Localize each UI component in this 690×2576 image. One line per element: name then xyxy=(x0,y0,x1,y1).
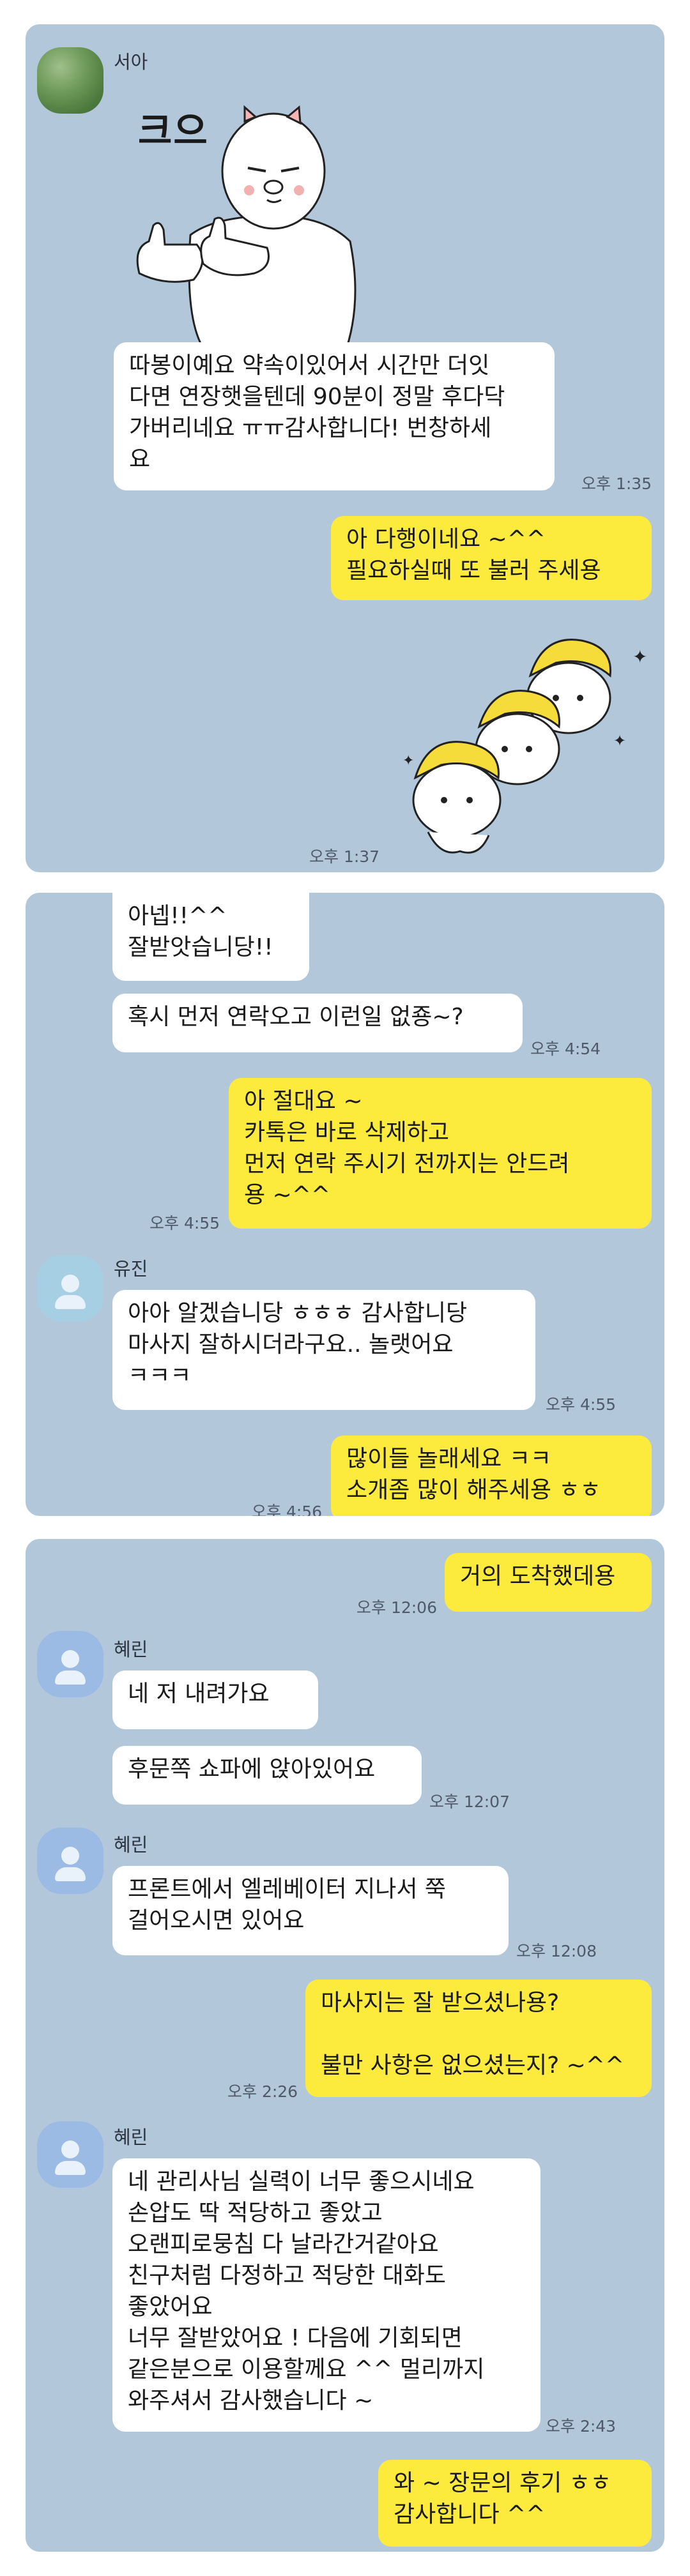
sender-name: 유진 xyxy=(114,1258,148,1280)
sticker-text: 크으 xyxy=(138,109,209,153)
message-time: 오후 1:35 xyxy=(581,474,652,493)
message-time: 오후 12:06 xyxy=(356,1598,437,1617)
chat-panel-1: 서아 크으 따봉이예요 약속이있어서 시간만 더잇 다면 연장햇을텐데 90분이… xyxy=(26,24,664,872)
thumbs-up-bear-sticker: 크으 xyxy=(114,88,369,358)
person-icon-body xyxy=(55,1295,86,1309)
person-icon-body xyxy=(55,1867,86,1881)
bunny-icon: ✦ ✦ ✦ xyxy=(402,639,647,854)
banana-bunnies-sticker: ✦ ✦ ✦ xyxy=(402,618,658,861)
message-time: 오후 4:55 xyxy=(546,1395,617,1414)
person-icon xyxy=(61,1847,79,1865)
avatar[interactable] xyxy=(37,1828,103,1894)
incoming-message[interactable]: 네 저 내려가요 xyxy=(112,1671,318,1729)
incoming-message[interactable]: 네 관리사님 실력이 너무 좋으시네요 손압도 딱 적당하고 좋았고 오랜피로뭉… xyxy=(112,2158,540,2432)
person-icon xyxy=(61,2140,79,2158)
message-time: 오후 4:55 xyxy=(150,1214,220,1232)
svg-text:✦: ✦ xyxy=(632,646,647,667)
outgoing-message[interactable]: 와 ~ 장문의 후기 ㅎㅎ 감사합니다 ^^ xyxy=(378,2460,652,2547)
person-icon-body xyxy=(55,2161,86,2175)
sender-name: 혜린 xyxy=(114,1834,148,1856)
chat-panel-3: 거의 도착했데용 오후 12:06 혜린 네 저 내려가요 후문쪽 쇼파에 앉아… xyxy=(26,1539,664,2552)
outgoing-message[interactable]: 많이들 놀래세요 ㅋㅋ 소개좀 많이 해주세용 ㅎㅎ xyxy=(331,1436,652,1516)
message-time: 오후 1:37 xyxy=(309,847,380,866)
sender-name: 혜린 xyxy=(114,2126,148,2148)
person-icon xyxy=(61,1275,79,1292)
sender-name: 혜린 xyxy=(114,1639,148,1660)
message-time: 오후 12:07 xyxy=(429,1792,510,1811)
person-icon xyxy=(61,1650,79,1668)
person-icon-body xyxy=(55,1671,86,1685)
avatar[interactable] xyxy=(37,47,103,114)
message-time: 오후 2:26 xyxy=(227,2082,298,2101)
incoming-message[interactable]: 혹시 먼저 연락오고 이런일 없죵~? xyxy=(112,994,523,1052)
svg-text:✦: ✦ xyxy=(402,753,414,769)
outgoing-message[interactable]: 아 절대요 ~ 카톡은 바로 삭제하고 먼저 연락 주시기 전까지는 안드려 용… xyxy=(229,1078,652,1229)
incoming-message[interactable]: 따봉이예요 약속이있어서 시간만 더잇 다면 연장햇을텐데 90분이 정말 후다… xyxy=(114,342,555,490)
incoming-message[interactable]: 후문쪽 쇼파에 앉아있어요 xyxy=(112,1746,422,1805)
outgoing-message[interactable]: 아 다행이네요 ~^^ 필요하실때 또 불러 주세용 xyxy=(331,516,652,600)
message-time: 오후 4:54 xyxy=(530,1040,601,1058)
avatar[interactable] xyxy=(37,2121,103,2188)
message-time: 오후 12:08 xyxy=(516,1942,597,1960)
sender-name: 서아 xyxy=(114,51,148,73)
svg-text:✦: ✦ xyxy=(613,732,626,750)
chat-panel-2: 아넵!!^^ 잘받앗습니당!! 혹시 먼저 연락오고 이런일 없죵~? 오후 4… xyxy=(26,893,664,1516)
avatar[interactable] xyxy=(37,1631,103,1697)
avatar[interactable] xyxy=(37,1255,103,1322)
incoming-message[interactable]: 아아 알겠습니당 ㅎㅎㅎ 감사합니당 마사지 잘하시더라구요.. 놀랫어요 ㅋㅋ… xyxy=(112,1290,535,1410)
incoming-message[interactable]: 프론트에서 엘레베이터 지나서 쭉 걸어오시면 있어요 xyxy=(112,1866,509,1955)
incoming-message[interactable]: 아넵!!^^ 잘받앗습니당!! xyxy=(112,893,309,981)
message-time: 오후 4:56 xyxy=(252,1503,323,1516)
message-time: 오후 2:43 xyxy=(546,2417,617,2436)
outgoing-message[interactable]: 마사지는 잘 받으셨나용? 불만 사항은 없으셨는지? ~^^ xyxy=(305,1980,652,2097)
outgoing-message[interactable]: 거의 도착했데용 xyxy=(445,1553,652,1612)
